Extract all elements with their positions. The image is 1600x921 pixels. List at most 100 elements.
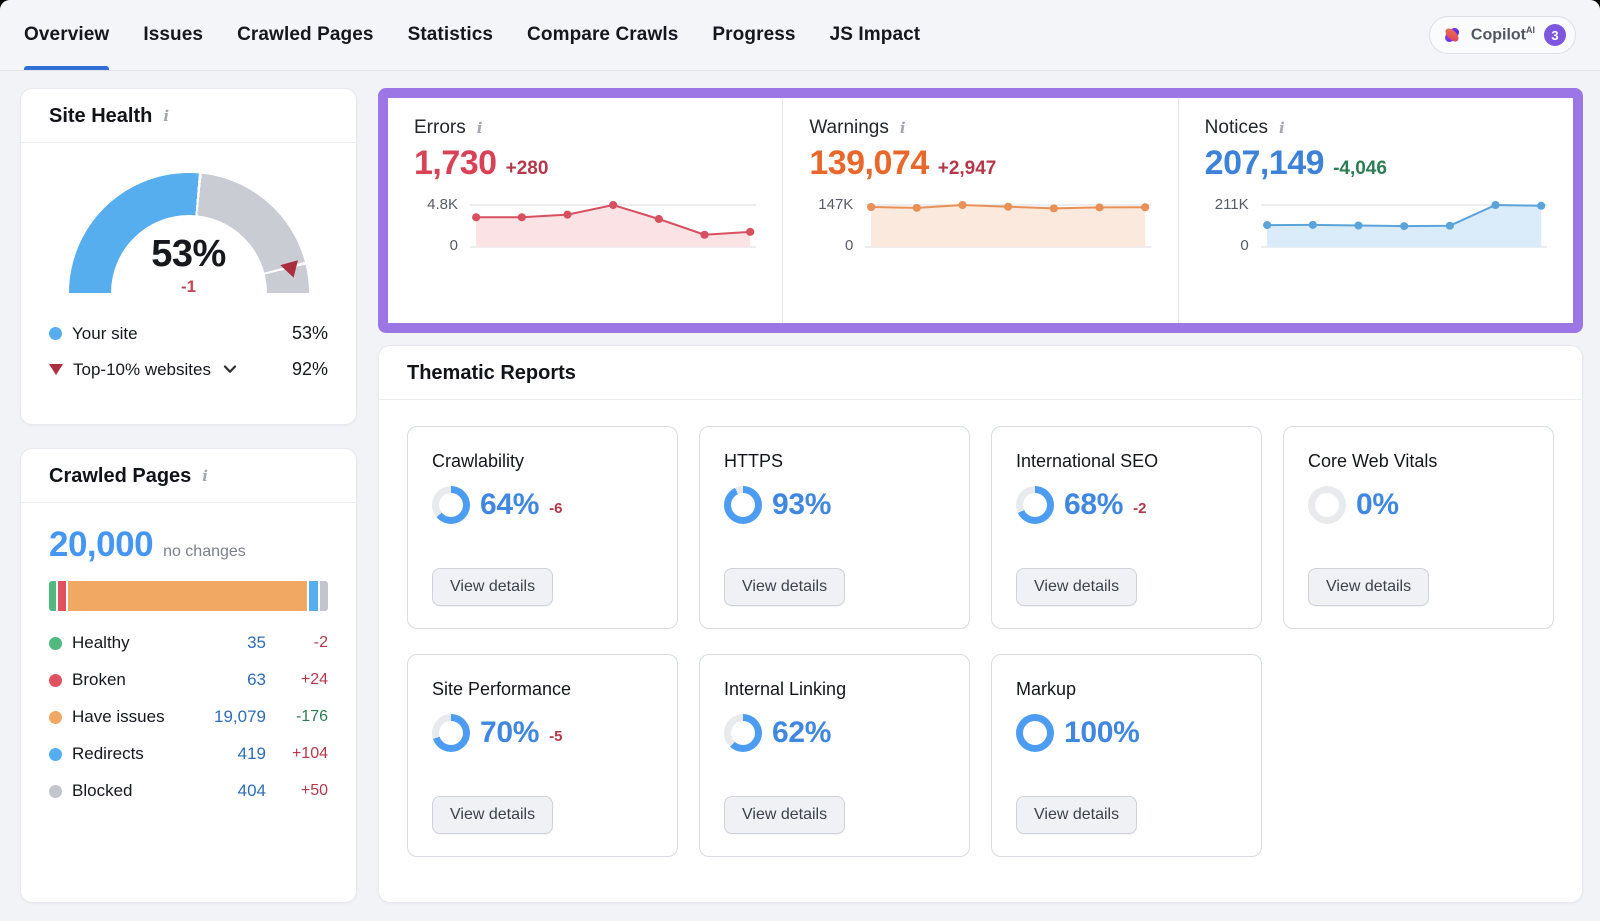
crawled-pages-title: Crawled Pages	[49, 465, 191, 488]
progress-ring-icon	[724, 714, 762, 752]
crawled-row-broken: Broken63+24	[49, 670, 328, 690]
tab-statistics[interactable]: Statistics	[408, 0, 493, 70]
crawled-pages-panel: Crawled Pages i 20,000 no changes Health…	[20, 448, 357, 903]
thematic-card-https: HTTPS93%View details	[699, 426, 970, 629]
site-health-header: Site Health i	[21, 89, 356, 143]
card-title: Markup	[1016, 679, 1237, 700]
status-dot-icon	[49, 637, 62, 650]
card-title: International SEO	[1016, 451, 1237, 472]
warnings-chart: 147K 0	[809, 193, 1151, 253]
site-audit-overview-page: Overview Issues Crawled Pages Statistics Com…	[0, 0, 1600, 921]
card-percent: 93%	[772, 488, 831, 522]
warnings-title: Warnings	[809, 117, 889, 139]
progress-ring-icon	[1308, 486, 1346, 524]
card-score-row: 68%-2	[1016, 486, 1237, 524]
row-label: Have issues	[72, 707, 165, 727]
gauge-score: 53% -1	[69, 233, 309, 297]
thematic-card-markup: Markup 100% View details	[991, 654, 1262, 857]
bar-segment-healthy	[49, 581, 56, 611]
card-score-row: 100%	[1016, 714, 1237, 752]
y-min-label: 0	[845, 237, 853, 254]
legend-your-site: Your site 53%	[49, 323, 328, 344]
notices-value: 207,149	[1205, 144, 1324, 183]
errors-trend-chart	[470, 193, 756, 253]
view-details-button[interactable]: View details	[1308, 568, 1429, 606]
site-health-title: Site Health	[49, 105, 152, 128]
card-percent: 0%	[1356, 488, 1399, 522]
notices-change: -4,046	[1333, 158, 1387, 180]
blue-dot-icon	[49, 327, 62, 340]
info-icon[interactable]: i	[161, 107, 171, 126]
progress-ring-icon	[432, 714, 470, 752]
chevron-down-icon[interactable]	[223, 365, 237, 374]
tab-issues[interactable]: Issues	[143, 0, 203, 70]
crawled-subtitle: no changes	[163, 543, 246, 561]
thematic-card-core-web-vitals: Core Web Vitals 0% View details	[1283, 426, 1554, 629]
thematic-reports-panel: Thematic Reports Crawlability64%-6View d…	[378, 345, 1583, 903]
errors-title-row: Errors i	[414, 117, 756, 139]
tab-compare-crawls[interactable]: Compare Crawls	[527, 0, 678, 70]
view-details-button[interactable]: View details	[432, 796, 553, 834]
crawled-row-redirects: Redirects419+104	[49, 744, 328, 764]
notices-chart-ylabels: 211K 0	[1205, 193, 1261, 253]
row-value[interactable]: 404	[238, 781, 266, 801]
card-score-row: 93%	[724, 486, 945, 524]
legend-value: 92%	[292, 359, 328, 380]
card-score-row: 0%	[1308, 486, 1529, 524]
row-change: +24	[276, 671, 328, 689]
card-score-row: 64% -6	[432, 486, 653, 524]
crawled-pages-header: Crawled Pages i	[21, 449, 356, 503]
bar-segment-blocked	[320, 581, 328, 611]
info-icon[interactable]: i	[1277, 119, 1287, 138]
tab-crawled-pages[interactable]: Crawled Pages	[237, 0, 373, 70]
notices-title: Notices	[1205, 117, 1268, 139]
site-health-panel: Site Health i 53% -1	[20, 88, 357, 425]
crawled-row-blocked: Blocked 404 +50	[49, 781, 328, 801]
y-min-label: 0	[450, 237, 458, 254]
card-title: Core Web Vitals	[1308, 451, 1529, 472]
card-score-row: 70%-5	[432, 714, 653, 752]
progress-ring-icon	[1016, 486, 1054, 524]
view-details-button[interactable]: View details	[1016, 796, 1137, 834]
errors-value-row: 1,730 +280	[414, 144, 756, 183]
bar-segment-have-issues	[68, 581, 307, 611]
row-value[interactable]: 35	[247, 633, 266, 653]
tab-js-impact[interactable]: JS Impact	[830, 0, 921, 70]
tab-progress[interactable]: Progress	[712, 0, 795, 70]
bar-segment-broken	[58, 581, 66, 611]
view-details-button[interactable]: View details	[724, 568, 845, 606]
row-value[interactable]: 63	[247, 670, 266, 690]
card-percent: 64%	[480, 488, 539, 522]
legend-value: 53%	[292, 323, 328, 344]
row-change: -2	[276, 634, 328, 652]
crawled-pages-legend: Healthy35-2Broken63+24Have issues19,079-…	[49, 633, 328, 801]
thematic-card-crawlability: Crawlability64%-6View details	[407, 426, 678, 629]
notices-value-row: 207,149 -4,046	[1205, 144, 1547, 183]
row-label: Blocked	[72, 781, 132, 801]
card-change: -6	[549, 500, 562, 517]
errors-value: 1,730	[414, 144, 497, 183]
info-icon[interactable]: i	[200, 467, 210, 486]
row-change: +50	[276, 782, 328, 800]
card-title: Site Performance	[432, 679, 653, 700]
info-icon[interactable]: i	[475, 119, 485, 138]
warnings-section: Warnings i 139,074 +2,947 147K 0	[782, 98, 1177, 323]
view-details-button[interactable]: View details	[724, 796, 845, 834]
view-details-button[interactable]: View details	[432, 568, 553, 606]
bar-segment-redirects	[309, 581, 318, 611]
view-details-button[interactable]: View details	[1016, 568, 1137, 606]
row-label: Redirects	[72, 744, 144, 764]
copilot-button[interactable]: CopilotAI 3	[1429, 16, 1576, 54]
info-icon[interactable]: i	[898, 119, 908, 138]
main-content: Site Health i 53% -1	[0, 71, 1600, 921]
tab-bar: Overview Issues Crawled Pages Statistics Com…	[24, 0, 920, 70]
crawled-row-have-issues: Have issues19,079-176	[49, 707, 328, 727]
status-dot-icon	[49, 785, 62, 798]
tab-overview[interactable]: Overview	[24, 0, 109, 70]
row-value[interactable]: 19,079	[214, 707, 266, 727]
issues-summary-panel-highlighted: Errors i 1,730 +280 4.8K 0	[378, 88, 1583, 333]
row-value[interactable]: 419	[238, 744, 266, 764]
card-score-row: 62%	[724, 714, 945, 752]
copilot-label: CopilotAI	[1471, 25, 1535, 44]
copilot-count-badge: 3	[1544, 24, 1566, 46]
